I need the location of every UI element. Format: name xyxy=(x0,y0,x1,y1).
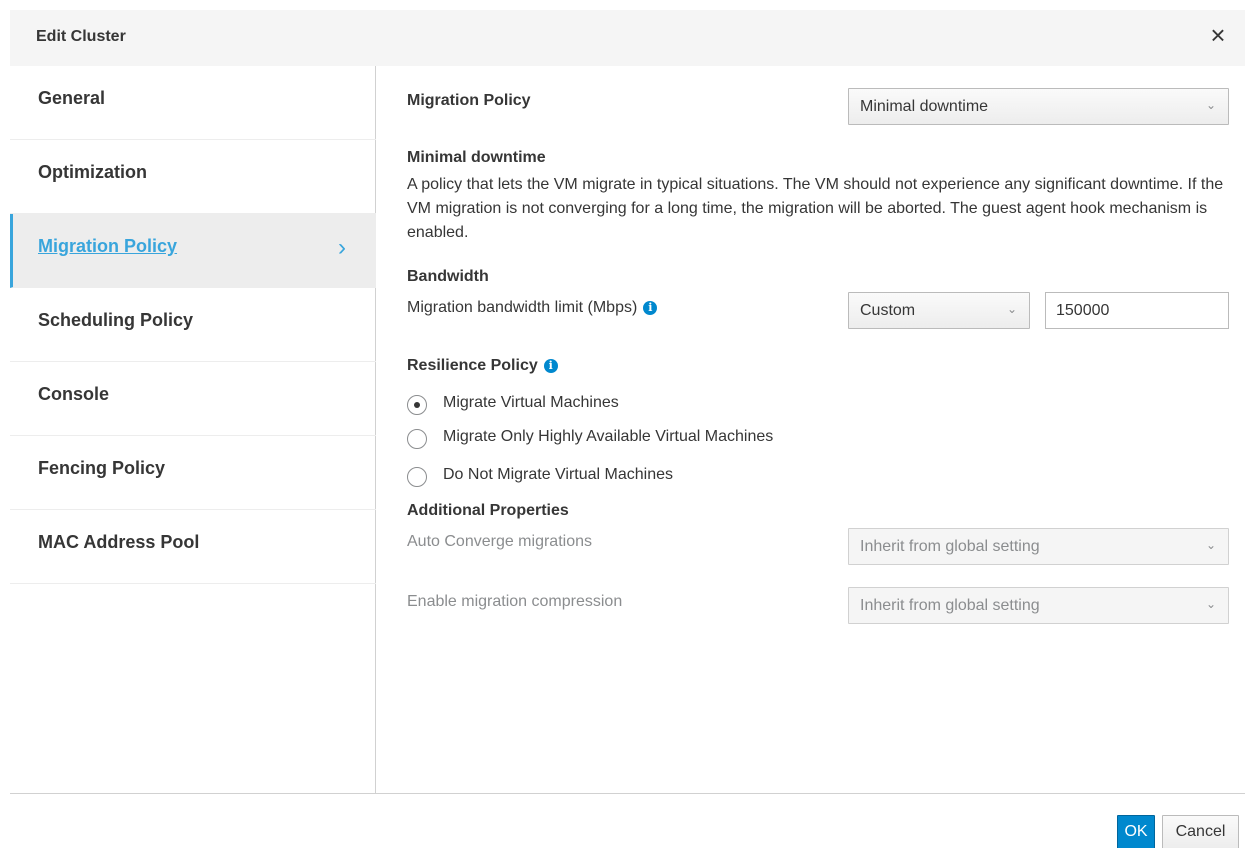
bandwidth-limit-label-row: Migration bandwidth limit (Mbps) i xyxy=(407,299,658,317)
policy-description-title: Minimal downtime xyxy=(407,149,546,166)
migration-policy-select[interactable]: Minimal downtime ⌄ xyxy=(848,88,1229,125)
auto-converge-label: Auto Converge migrations xyxy=(407,533,592,550)
radio-label: Do Not Migrate Virtual Machines xyxy=(443,466,674,483)
migration-policy-label: Migration Policy xyxy=(407,92,531,109)
resilience-policy-title-row: Resilience Policy i xyxy=(407,357,558,375)
sidebar-item-label: MAC Address Pool xyxy=(38,532,200,552)
sidebar-item-scheduling-policy[interactable]: Scheduling Policy xyxy=(10,288,376,362)
sidebar-item-label: Console xyxy=(38,384,110,404)
bandwidth-title: Bandwidth xyxy=(407,268,489,285)
sidebar-item-migration-policy[interactable]: Migration Policy › xyxy=(10,214,376,288)
compression-select: Inherit from global setting ⌄ xyxy=(848,587,1229,624)
sidebar-item-label: Optimization xyxy=(38,162,147,182)
sidebar-item-console[interactable]: Console xyxy=(10,362,376,436)
sidebar-item-label: General xyxy=(38,88,106,108)
auto-converge-select: Inherit from global setting ⌄ xyxy=(848,528,1229,565)
migration-policy-panel: Migration Policy Minimal downtime ⌄ Mini… xyxy=(377,66,1245,793)
chevron-down-icon: ⌄ xyxy=(1006,302,1017,316)
additional-properties-title: Additional Properties xyxy=(407,502,569,519)
bandwidth-limit-label: Migration bandwidth limit (Mbps) xyxy=(407,299,638,316)
bandwidth-limit-input[interactable] xyxy=(1045,292,1229,329)
dialog-title: Edit Cluster xyxy=(36,28,126,45)
chevron-down-icon: ⌄ xyxy=(1205,597,1216,611)
compression-value: Inherit from global setting xyxy=(860,597,1040,614)
sidebar-nav: General Optimization Migration Policy › … xyxy=(10,66,376,793)
radio-button[interactable] xyxy=(407,429,427,449)
resilience-policy-title: Resilience Policy xyxy=(407,357,538,374)
sidebar-item-mac-address-pool[interactable]: MAC Address Pool xyxy=(10,510,376,584)
sidebar-item-label: Fencing Policy xyxy=(38,458,166,478)
auto-converge-value: Inherit from global setting xyxy=(860,538,1040,555)
chevron-down-icon: ⌄ xyxy=(1205,98,1216,112)
migration-policy-value: Minimal downtime xyxy=(860,98,989,115)
close-icon[interactable]: × xyxy=(1205,22,1231,48)
radio-label: Migrate Virtual Machines xyxy=(443,394,619,411)
policy-description-text: A policy that lets the VM migrate in typ… xyxy=(407,176,1224,241)
sidebar-item-fencing-policy[interactable]: Fencing Policy xyxy=(10,436,376,510)
bandwidth-mode-select[interactable]: Custom ⌄ xyxy=(848,292,1030,329)
sidebar-item-general[interactable]: General xyxy=(10,66,376,140)
bandwidth-mode-value: Custom xyxy=(860,302,916,319)
footer-divider xyxy=(10,793,1245,794)
radio-label: Migrate Only Highly Available Virtual Ma… xyxy=(443,428,774,445)
chevron-down-icon: ⌄ xyxy=(1205,538,1216,552)
info-icon[interactable]: i xyxy=(543,358,558,373)
cancel-button[interactable]: Cancel xyxy=(1162,815,1239,848)
dialog-header: Edit Cluster × xyxy=(10,10,1245,66)
compression-label: Enable migration compression xyxy=(407,593,623,610)
ok-button[interactable]: OK xyxy=(1117,815,1155,848)
info-icon[interactable]: i xyxy=(643,300,658,315)
radio-button[interactable] xyxy=(407,467,427,487)
sidebar-item-label: Scheduling Policy xyxy=(38,310,194,330)
sidebar-item-optimization[interactable]: Optimization xyxy=(10,140,376,214)
radio-button[interactable] xyxy=(407,395,427,415)
chevron-right-icon: › xyxy=(338,234,346,261)
sidebar-item-label: Migration Policy xyxy=(38,236,178,256)
